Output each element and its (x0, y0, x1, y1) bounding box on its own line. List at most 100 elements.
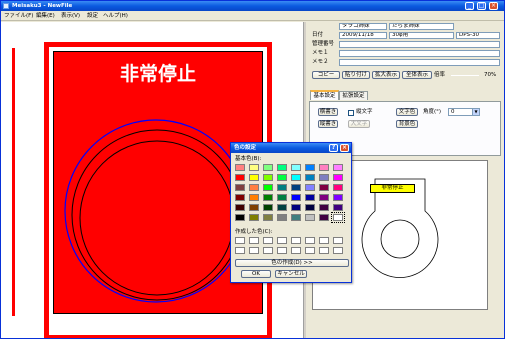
basic-color-swatch[interactable] (305, 164, 315, 171)
basic-color-swatch[interactable] (333, 164, 343, 171)
custom-color-swatch[interactable] (249, 237, 259, 244)
menu-file[interactable]: ファイル(F) (4, 12, 33, 20)
field-name-2[interactable]: たらま姉妹 (389, 23, 454, 30)
basic-color-swatch[interactable] (277, 204, 287, 211)
custom-color-swatch[interactable] (291, 237, 301, 244)
custom-color-swatch[interactable] (319, 237, 329, 244)
custom-color-swatch[interactable] (249, 247, 259, 254)
date-extra-field[interactable]: 30φ用 (389, 32, 454, 39)
basic-color-swatch[interactable] (319, 184, 329, 191)
basic-color-swatch[interactable] (249, 184, 259, 191)
ok-button[interactable]: OK (241, 270, 271, 278)
define-custom-colors-button[interactable]: 色の作成(D) >> (235, 259, 349, 267)
basic-color-swatch[interactable] (249, 214, 259, 221)
tab-extended[interactable]: 拡張設定 (339, 91, 368, 100)
basic-color-swatch[interactable] (305, 194, 315, 201)
custom-color-swatch[interactable] (277, 237, 287, 244)
basic-color-swatch[interactable] (319, 164, 329, 171)
basic-color-swatch[interactable] (263, 164, 273, 171)
memo1-field[interactable] (339, 50, 500, 57)
copy-button[interactable]: コピー (312, 71, 340, 79)
custom-color-swatch[interactable] (291, 247, 301, 254)
basic-color-swatch[interactable] (249, 204, 259, 211)
custom-color-swatch[interactable] (235, 247, 245, 254)
basic-color-swatch[interactable] (331, 212, 345, 223)
cancel-button[interactable]: キャンセル (275, 270, 307, 278)
basic-color-swatch[interactable] (319, 194, 329, 201)
paste-button[interactable]: 貼り付け (342, 71, 370, 79)
basic-color-swatch[interactable] (235, 164, 245, 171)
basic-color-swatch[interactable] (291, 184, 301, 191)
basic-color-swatch[interactable] (263, 214, 273, 221)
basic-color-swatch[interactable] (319, 214, 329, 221)
basic-color-swatch[interactable] (263, 194, 273, 201)
custom-color-swatch[interactable] (333, 237, 343, 244)
basic-color-swatch[interactable] (333, 204, 343, 211)
basic-color-swatch[interactable] (305, 184, 315, 191)
maximize-button[interactable]: □ (477, 2, 486, 10)
basic-color-swatch[interactable] (333, 174, 343, 181)
menu-help[interactable]: ヘルプ(H) (103, 12, 128, 20)
basic-color-swatch[interactable] (291, 164, 301, 171)
custom-color-swatch[interactable] (333, 247, 343, 254)
basic-color-swatch[interactable] (235, 174, 245, 181)
basic-color-swatch[interactable] (291, 194, 301, 201)
basic-color-swatch[interactable] (235, 214, 245, 221)
code-field[interactable]: DPS-30 (456, 32, 500, 39)
angle-select[interactable]: 0 ▼ (448, 108, 480, 116)
basic-color-swatch[interactable] (291, 214, 301, 221)
custom-color-swatch[interactable] (305, 237, 315, 244)
basic-color-swatch[interactable] (235, 184, 245, 191)
basic-color-swatch[interactable] (263, 204, 273, 211)
dialog-title-bar[interactable]: 色の設定 ? × (231, 143, 351, 153)
close-button[interactable]: × (489, 2, 498, 10)
dialog-close-button[interactable]: × (340, 144, 349, 152)
basic-color-swatch[interactable] (305, 214, 315, 221)
zoom-in-button[interactable]: 拡大表示 (372, 71, 400, 79)
custom-color-swatch[interactable] (263, 237, 273, 244)
basic-color-swatch[interactable] (305, 174, 315, 181)
custom-color-swatch[interactable] (277, 247, 287, 254)
custom-color-swatch[interactable] (305, 247, 315, 254)
title-bar[interactable]: Meisaku3 - NewFile _ □ × (1, 1, 504, 11)
basic-color-swatch[interactable] (333, 194, 343, 201)
text-color-button[interactable]: 文字色 (396, 108, 418, 116)
zoom-slider[interactable] (451, 75, 479, 76)
custom-color-swatch[interactable] (263, 247, 273, 254)
large-text-button[interactable]: 大文字 (348, 120, 370, 128)
basic-color-swatch[interactable] (291, 174, 301, 181)
custom-color-swatch[interactable] (235, 237, 245, 244)
minimize-button[interactable]: _ (465, 2, 474, 10)
vertical-text-checkbox[interactable] (348, 110, 354, 116)
basic-color-swatch[interactable] (263, 184, 273, 191)
fit-all-button[interactable]: 全体表示 (402, 71, 432, 79)
bg-color-button[interactable]: 背景色 (396, 120, 418, 128)
basic-color-swatch[interactable] (235, 204, 245, 211)
basic-color-swatch[interactable] (249, 164, 259, 171)
field-name-1[interactable]: タラコ姉妹 (339, 23, 387, 30)
chevron-down-icon[interactable]: ▼ (472, 109, 479, 115)
basic-color-swatch[interactable] (319, 204, 329, 211)
menu-settings[interactable]: 設定 (87, 12, 98, 20)
menu-view[interactable]: 表示(V) (61, 12, 80, 20)
mgmt-field[interactable] (339, 41, 500, 48)
menu-edit[interactable]: 編集(E) (36, 12, 55, 20)
basic-color-swatch[interactable] (319, 174, 329, 181)
vertical-button[interactable]: 縦書き (318, 120, 338, 128)
horizontal-button[interactable]: 横書き (318, 108, 338, 116)
basic-color-swatch[interactable] (277, 174, 287, 181)
basic-color-swatch[interactable] (277, 194, 287, 201)
basic-color-swatch[interactable] (305, 204, 315, 211)
basic-color-swatch[interactable] (277, 164, 287, 171)
basic-color-swatch[interactable] (263, 174, 273, 181)
basic-color-swatch[interactable] (333, 184, 343, 191)
tab-basic[interactable]: 基本設定 (310, 90, 339, 100)
memo2-field[interactable] (339, 59, 500, 66)
basic-color-swatch[interactable] (249, 194, 259, 201)
help-icon[interactable]: ? (329, 144, 338, 152)
date-field[interactable]: 2009/11/18 (339, 32, 387, 39)
basic-color-swatch[interactable] (277, 184, 287, 191)
basic-color-swatch[interactable] (235, 194, 245, 201)
custom-color-swatch[interactable] (319, 247, 329, 254)
basic-color-swatch[interactable] (249, 174, 259, 181)
